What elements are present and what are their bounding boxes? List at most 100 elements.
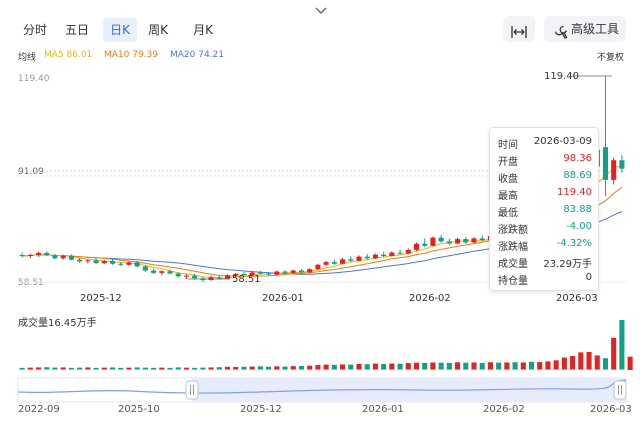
- volume-bar: [422, 362, 428, 370]
- volume-bar: [611, 337, 617, 370]
- candle-body: [446, 241, 452, 244]
- candle-body: [101, 261, 107, 264]
- tooltip-row-open: 开盘 98.36: [498, 153, 592, 168]
- volume-bar: [389, 363, 395, 370]
- tooltip-row-close: 收盘 88.69: [498, 170, 592, 185]
- volume-bar: [249, 366, 255, 370]
- candle-body: [208, 277, 214, 281]
- candle-body: [266, 273, 272, 275]
- candle-body: [307, 269, 313, 273]
- volume-bar: [364, 364, 370, 370]
- volume-bar: [356, 363, 362, 370]
- x-axis-label: 2026-01: [262, 293, 304, 304]
- candle-body: [413, 243, 420, 250]
- volume-bar: [397, 363, 403, 370]
- candle-body: [60, 255, 66, 259]
- volume-bar: [381, 363, 387, 370]
- candle-body: [348, 259, 354, 261]
- candle-body: [68, 255, 74, 260]
- candle-body: [44, 252, 50, 256]
- volume-bar: [331, 364, 337, 370]
- candle-body: [200, 278, 206, 281]
- candle-body: [109, 261, 116, 264]
- candle-body: [619, 160, 625, 169]
- volume-bar: [282, 366, 288, 370]
- candle-body: [422, 243, 428, 246]
- candle-body: [339, 259, 346, 264]
- volume-bar: [471, 362, 477, 370]
- volume-bar: [586, 351, 592, 370]
- candle-body: [118, 263, 124, 265]
- candle-body: [602, 147, 609, 180]
- volume-bar: [504, 362, 510, 370]
- volume-bar: [528, 361, 535, 370]
- candle-body: [430, 237, 436, 246]
- tooltip-row-open-interest: 持仓量 0: [498, 272, 592, 287]
- candle-body: [438, 237, 444, 242]
- navigator-label: 2022-09: [18, 404, 60, 415]
- volume-bar: [315, 365, 321, 370]
- x-axis-label: 2026-02: [409, 293, 451, 304]
- volume-bar: [405, 363, 411, 370]
- candle-body: [315, 264, 321, 270]
- volume-bar: [298, 365, 305, 370]
- volume-bar: [455, 362, 461, 370]
- navigator-label: 2026-03: [590, 404, 632, 415]
- volume-bar: [619, 320, 625, 370]
- candle-body: [455, 239, 461, 244]
- navigator-label: 2026-02: [483, 404, 525, 415]
- volume-bar: [274, 366, 280, 370]
- candle-body: [142, 266, 148, 271]
- candle-body: [364, 256, 370, 259]
- volume-bar: [627, 356, 633, 370]
- x-axis-label: 2026-03: [556, 293, 598, 304]
- candle-body: [356, 256, 362, 261]
- volume-bar: [561, 357, 567, 370]
- candle-body: [134, 262, 140, 267]
- low-price-annotation: 58.51: [232, 274, 261, 285]
- candle-body: [611, 160, 617, 180]
- candle-body: [35, 252, 42, 255]
- tooltip-row-time: 时间 2026-03-09: [498, 136, 592, 151]
- volume-bar: [496, 362, 502, 370]
- candle-body: [85, 260, 91, 262]
- volume-bar: [413, 362, 420, 370]
- navigator-label: 2026-01: [362, 404, 404, 415]
- high-price-annotation: 119.40: [544, 71, 579, 82]
- candle-body: [159, 271, 165, 273]
- volume-bar: [446, 362, 452, 370]
- navigator-left-handle[interactable]: [185, 380, 199, 400]
- volume-bar: [520, 362, 526, 370]
- candle-body: [224, 275, 231, 279]
- volume-bar: [290, 366, 296, 370]
- volume-bar: [463, 362, 469, 370]
- tooltip-row-volume: 成交量 23.29万手: [498, 259, 592, 270]
- volume-bar: [339, 364, 346, 370]
- candle-body: [479, 238, 485, 241]
- candle-body: [175, 273, 181, 277]
- candle-body: [151, 270, 157, 273]
- volume-bar: [323, 364, 329, 370]
- navigator-right-handle[interactable]: [613, 380, 627, 400]
- candle-body: [282, 271, 288, 273]
- candle-body: [192, 275, 198, 279]
- candle-body: [389, 252, 395, 256]
- candle-body: [167, 271, 173, 274]
- volume-bar: [307, 365, 313, 370]
- candle-body: [471, 238, 477, 243]
- candle-body: [52, 255, 58, 259]
- candle-body: [405, 249, 411, 254]
- x-axis-label: 2025-12: [80, 293, 122, 304]
- volume-bar: [487, 362, 493, 370]
- candle-body: [397, 252, 403, 254]
- volume-bar: [594, 355, 600, 370]
- volume-label: 成交量16.45万手: [18, 318, 97, 329]
- candle-body: [331, 262, 337, 264]
- candle-body: [274, 271, 280, 275]
- kline-widget: 分时 五日 日K 周K 月K 高级工具 均线 MA5 86.01 MA10 79…: [0, 0, 640, 426]
- candle-body: [323, 262, 329, 265]
- tooltip-row-low: 最低 83.88: [498, 204, 592, 219]
- candle-body: [298, 270, 305, 273]
- volume-bar: [430, 362, 436, 370]
- candle-body: [19, 254, 25, 256]
